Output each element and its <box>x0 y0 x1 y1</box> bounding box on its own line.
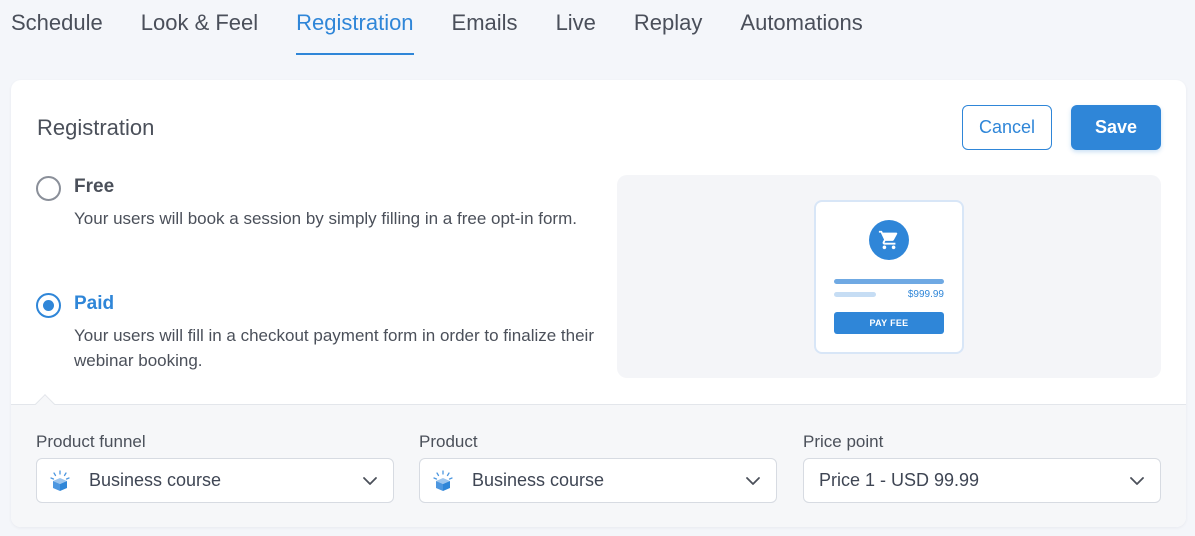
price-point-select[interactable]: Price 1 - USD 99.99 <box>803 458 1161 503</box>
tab-automations[interactable]: Automations <box>740 0 862 55</box>
product-box-icon <box>432 469 454 492</box>
option-free-description: Your users will book a session by simply… <box>74 209 577 228</box>
tab-emails[interactable]: Emails <box>452 0 518 55</box>
shopping-cart-icon <box>869 220 909 260</box>
save-button[interactable]: Save <box>1071 105 1161 150</box>
product-field: Product Business course <box>419 432 777 503</box>
price-point-label: Price point <box>803 432 884 451</box>
price-point-value: Price 1 - USD 99.99 <box>819 470 980 490</box>
product-label: Product <box>419 432 478 451</box>
option-paid-description: Your users will fill in a checkout payme… <box>74 326 594 370</box>
tab-replay[interactable]: Replay <box>634 0 702 55</box>
checkout-preview-panel: $999.99 PAY FEE <box>617 175 1161 378</box>
tab-registration[interactable]: Registration <box>296 0 414 55</box>
chevron-down-icon <box>746 476 760 485</box>
radio-paid[interactable] <box>36 293 61 318</box>
option-free-label: Free <box>74 176 115 197</box>
product-value: Business course <box>472 470 605 490</box>
product-funnel-label: Product funnel <box>36 432 146 451</box>
tab-bar: Schedule Look & Feel Registration Emails… <box>11 0 863 56</box>
cancel-button[interactable]: Cancel <box>962 105 1052 150</box>
radio-free[interactable] <box>36 176 61 201</box>
option-paid-label: Paid <box>74 293 115 314</box>
chevron-down-icon <box>363 476 377 485</box>
checkout-preview-card: $999.99 PAY FEE <box>814 200 964 354</box>
preview-price: $999.99 <box>907 289 944 300</box>
product-select[interactable]: Business course <box>419 458 777 503</box>
product-settings-panel: Product funnel Business course Product B… <box>11 394 1186 527</box>
tab-schedule[interactable]: Schedule <box>11 0 103 55</box>
card-title: Registration <box>37 115 155 140</box>
product-box-icon <box>49 469 71 492</box>
tab-live[interactable]: Live <box>556 0 596 55</box>
product-funnel-select[interactable]: Business course <box>36 458 394 503</box>
price-point-field: Price point Price 1 - USD 99.99 <box>803 432 1161 503</box>
preview-title-bar <box>834 279 944 284</box>
registration-card: Registration Cancel Save Free Your users… <box>11 80 1186 527</box>
panel-pointer <box>35 394 55 414</box>
product-funnel-field: Product funnel Business course <box>36 432 394 503</box>
preview-subtitle-bar <box>834 292 876 297</box>
tab-look-and-feel[interactable]: Look & Feel <box>141 0 258 55</box>
chevron-down-icon <box>1130 476 1144 485</box>
pay-fee-button: PAY FEE <box>834 312 944 334</box>
product-funnel-value: Business course <box>89 470 222 490</box>
